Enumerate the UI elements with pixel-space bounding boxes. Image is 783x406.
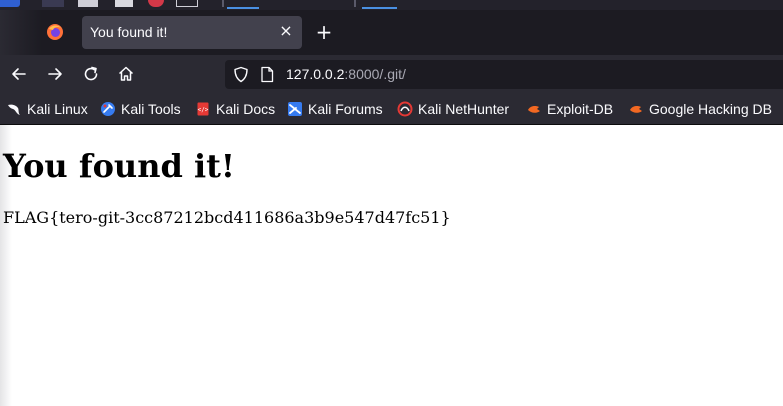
os-menu-icon[interactable] xyxy=(0,0,20,7)
ghdb-icon xyxy=(630,106,642,113)
os-taskbar-strip xyxy=(0,0,783,10)
os-divider xyxy=(222,0,224,7)
os-active-indicator xyxy=(227,7,259,9)
bookmark-exploit-db[interactable]: Exploit-DB xyxy=(526,100,613,118)
bookmark-label: Kali NetHunter xyxy=(418,101,510,117)
kali-tools-icon xyxy=(101,102,115,116)
bookmark-kali-docs[interactable]: </> Kali Docs xyxy=(195,100,275,118)
bookmark-label: Kali Forums xyxy=(308,101,383,117)
url-text[interactable]: 127.0.0.2:8000/.git/ xyxy=(286,66,406,82)
os-app-icon[interactable] xyxy=(115,0,133,7)
tab-title: You found it! xyxy=(90,24,168,40)
tracking-protection-shield-icon[interactable] xyxy=(233,66,249,83)
bookmark-label: Kali Tools xyxy=(121,101,181,117)
page-title: You found it! xyxy=(3,147,235,185)
kali-docs-icon: </> xyxy=(197,102,209,116)
firefox-icon[interactable] xyxy=(46,23,64,41)
os-terminal-icon[interactable] xyxy=(176,0,198,7)
bookmark-kali-tools[interactable]: Kali Tools xyxy=(100,100,181,118)
new-tab-button[interactable]: + xyxy=(314,22,334,42)
bookmark-label: Google Hacking DB xyxy=(649,101,772,117)
bookmark-kali-nethunter[interactable]: Kali NetHunter xyxy=(397,100,509,118)
nethunter-icon xyxy=(397,101,413,117)
forward-arrow-icon[interactable] xyxy=(45,64,65,84)
bookmark-label: Exploit-DB xyxy=(547,101,614,117)
bookmark-google-hacking-db[interactable]: Google Hacking DB xyxy=(628,100,772,118)
bookmark-kali-linux[interactable]: Kali Linux xyxy=(6,100,88,118)
bookmark-label: Kali Linux xyxy=(27,101,88,117)
bookmark-kali-forums[interactable]: Kali Forums xyxy=(287,100,383,118)
url-path: :8000/.git/ xyxy=(344,66,406,82)
kali-dragon-icon xyxy=(8,104,20,115)
os-app-icon[interactable] xyxy=(78,0,98,7)
bookmark-label: Kali Docs xyxy=(216,101,276,117)
active-tab[interactable]: You found it! × xyxy=(82,16,302,49)
os-divider xyxy=(354,0,356,7)
url-bar[interactable]: 127.0.0.2:8000/.git/ xyxy=(225,60,783,89)
os-active-indicator xyxy=(362,7,397,9)
exploit-db-icon xyxy=(528,106,540,113)
url-host: 127.0.0.2 xyxy=(286,66,345,82)
os-app-icon[interactable] xyxy=(148,0,164,7)
home-icon[interactable] xyxy=(116,64,136,84)
bookmarks-toolbar: Kali Linux Kali Tools </> Kali Docs Kali… xyxy=(0,93,783,125)
page-icon[interactable] xyxy=(260,66,274,83)
svg-text:</>: </> xyxy=(198,107,209,114)
navigation-toolbar: 127.0.0.2:8000/.git/ xyxy=(0,55,783,93)
tab-strip: You found it! × + xyxy=(0,10,783,55)
flag-text: FLAG{tero-git-3cc87212bcd411686a3b9e547d… xyxy=(3,208,451,227)
kali-forums-icon xyxy=(288,102,302,116)
back-arrow-icon[interactable] xyxy=(9,64,29,84)
close-icon[interactable]: × xyxy=(278,22,294,40)
tab-strip-overflow xyxy=(0,10,42,55)
os-app-icon[interactable] xyxy=(42,0,64,7)
page-content: You found it! FLAG{tero-git-3cc87212bcd4… xyxy=(0,125,783,406)
reload-icon[interactable] xyxy=(81,64,101,84)
